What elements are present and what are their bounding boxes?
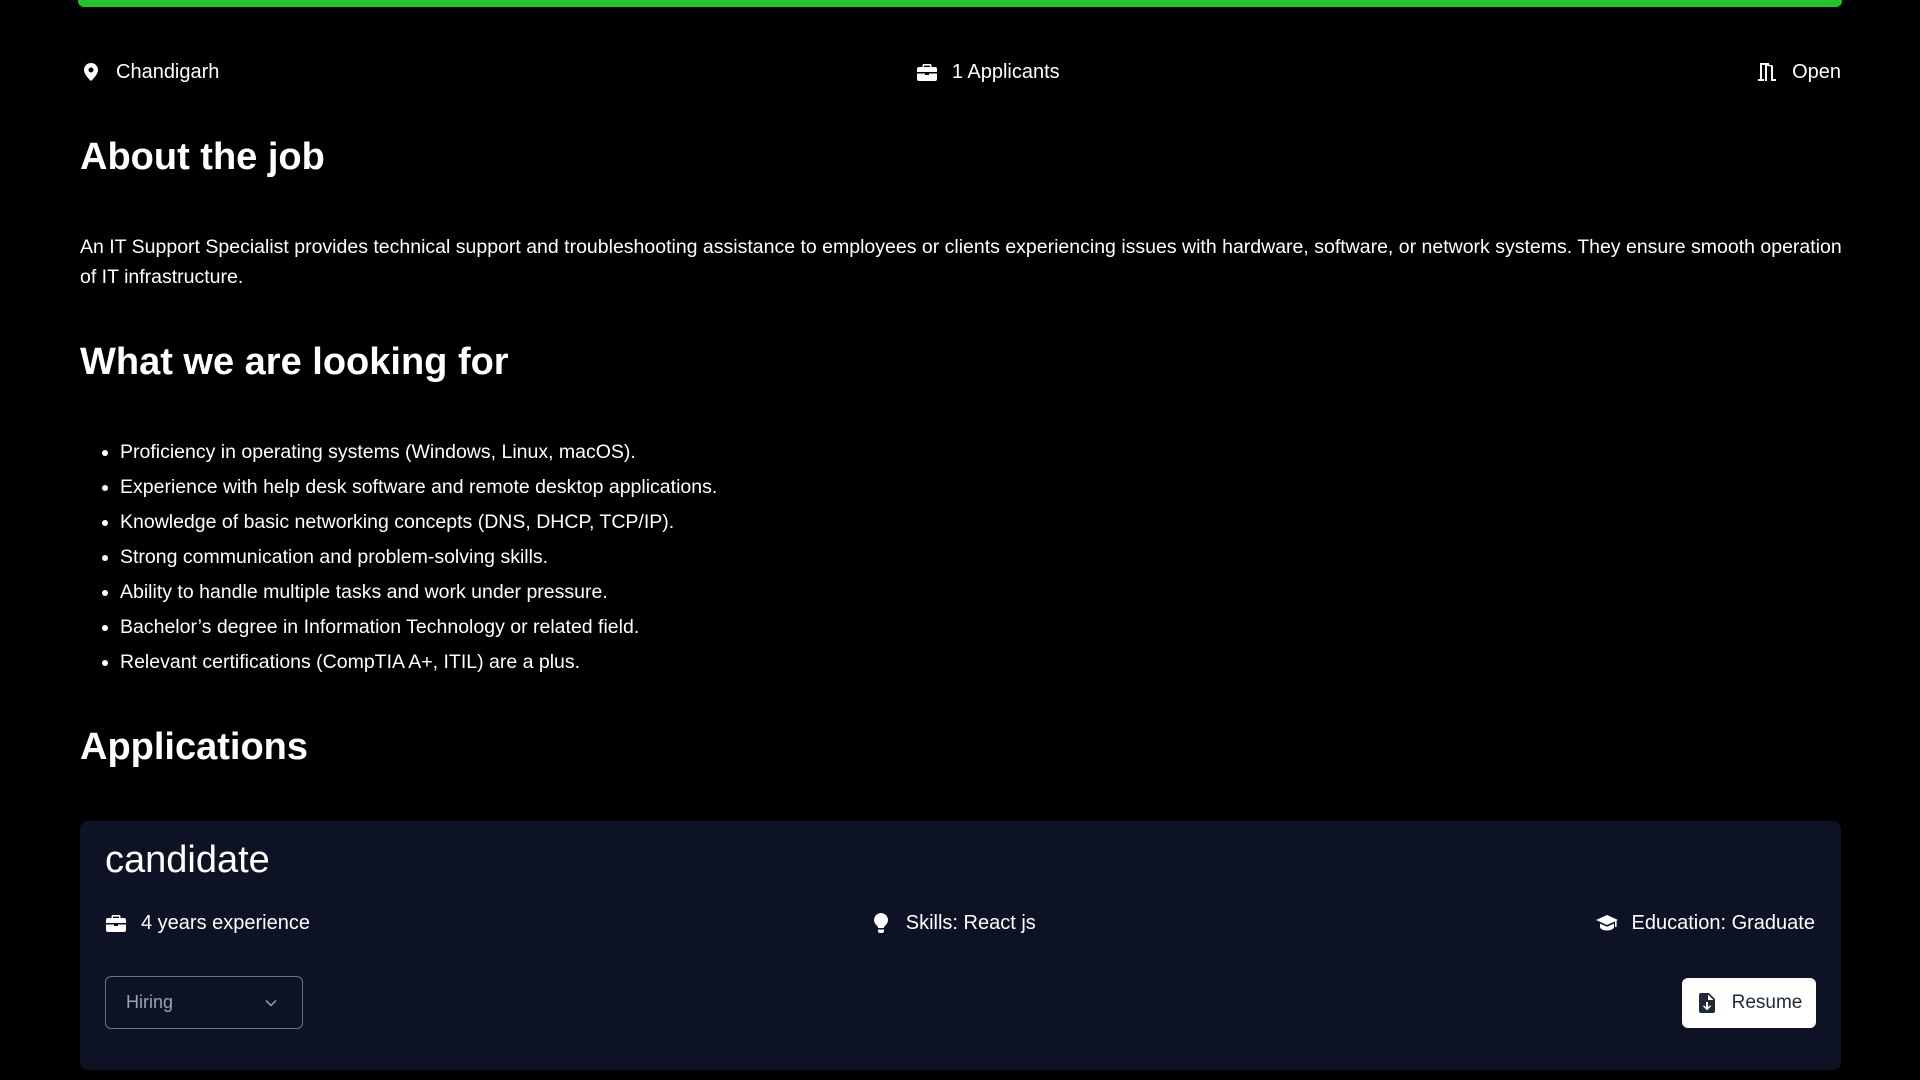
candidate-skills: Skills: React js [870, 912, 1036, 935]
candidate-name: candidate [105, 839, 270, 881]
list-item: Knowledge of basic networking concepts (… [120, 507, 717, 542]
lightbulb-icon [870, 912, 892, 934]
briefcase-icon [916, 61, 938, 83]
status-select-value: Hiring [126, 992, 174, 1012]
job-meta-row: Chandigarh 1 Applicants Open [80, 58, 1841, 86]
job-location-label: Chandigarh [116, 60, 220, 83]
graduation-cap-icon [1595, 912, 1618, 934]
candidate-skills-label: Skills: React js [905, 911, 1036, 934]
accent-progress-bar [78, 0, 1842, 7]
door-open-icon [1756, 61, 1778, 83]
job-status-label: Open [1792, 60, 1841, 83]
requirements-list: Proficiency in operating systems (Window… [80, 437, 717, 682]
applications-heading: Applications [80, 726, 309, 768]
job-applicants-label: 1 Applicants [951, 60, 1060, 83]
chevron-down-icon [260, 992, 282, 1014]
list-item: Strong communication and problem-solving… [120, 542, 717, 577]
list-item: Proficiency in operating systems (Window… [120, 437, 717, 472]
candidate-education-label: Education: Graduate [1631, 911, 1815, 934]
list-item: Relevant certifications (CompTIA A+, ITI… [120, 647, 717, 682]
job-location: Chandigarh [80, 61, 219, 84]
requirements-heading: What we are looking for [80, 341, 509, 383]
list-item: Experience with help desk software and r… [120, 472, 717, 507]
resume-button-label: Resume [1731, 992, 1803, 1013]
list-item: Bachelor’s degree in Information Technol… [120, 612, 717, 647]
map-pin-icon [80, 61, 102, 83]
job-applicants: 1 Applicants [916, 61, 1060, 84]
application-status-select[interactable]: Hiring [105, 976, 303, 1029]
briefcase-icon [105, 912, 127, 934]
file-download-icon [1696, 992, 1718, 1014]
candidate-education: Education: Graduate [1595, 911, 1815, 935]
job-status: Open [1756, 61, 1841, 84]
job-detail-page: Chandigarh 1 Applicants Open About the j… [0, 0, 1920, 1080]
resume-button[interactable]: Resume [1682, 978, 1816, 1028]
application-card: candidate 4 years experience Skills: Rea… [80, 821, 1841, 1070]
candidate-meta-row: 4 years experience Skills: React js Educ… [105, 909, 1815, 937]
list-item: Ability to handle multiple tasks and wor… [120, 577, 717, 612]
about-description: An IT Support Specialist provides techni… [80, 236, 1842, 288]
candidate-experience-label: 4 years experience [141, 911, 310, 934]
candidate-experience: 4 years experience [105, 912, 310, 935]
about-heading: About the job [80, 136, 325, 178]
